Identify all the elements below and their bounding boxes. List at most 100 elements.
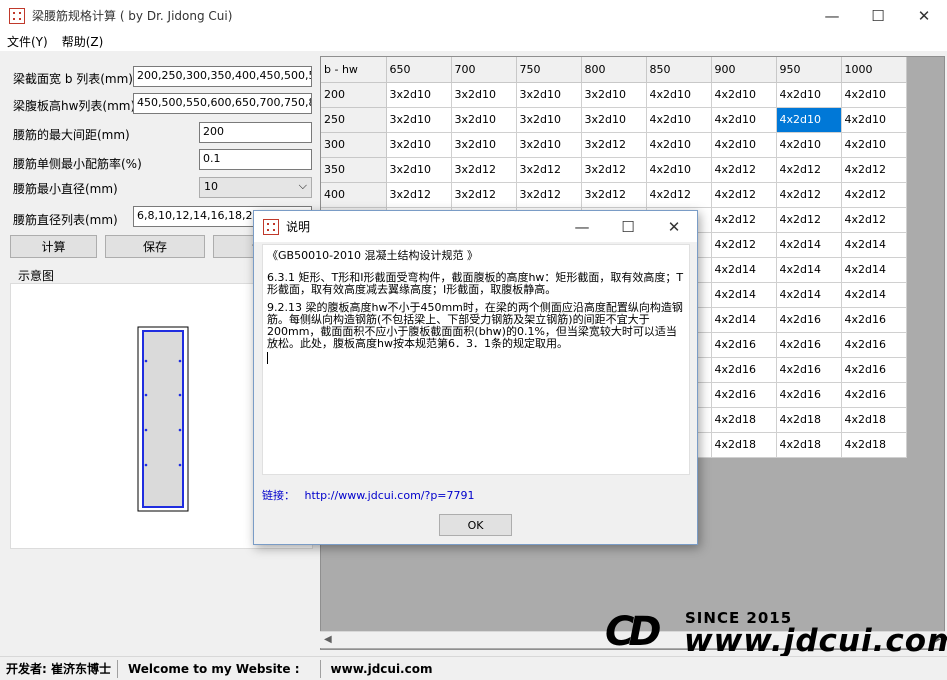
menu-bar: 文件(Y) 帮助(Z) (0, 31, 947, 51)
grid-cell[interactable]: 4x2d16 (841, 382, 907, 408)
grid-cell[interactable]: 4x2d10 (776, 107, 842, 133)
grid-cell[interactable]: 4x2d12 (646, 182, 712, 208)
grid-column-header: 800 (581, 57, 647, 83)
grid-cell[interactable]: 3x2d10 (516, 82, 582, 108)
grid-cell[interactable]: 4x2d14 (776, 257, 842, 283)
clause-9-2-13: 9.2.13 梁的腹板高度hw不小于450mm时，在梁的两个侧面应沿高度配置纵向… (267, 301, 683, 350)
grid-cell[interactable]: 4x2d10 (841, 132, 907, 158)
grid-cell[interactable]: 4x2d14 (841, 257, 907, 283)
grid-cell[interactable]: 3x2d10 (451, 107, 517, 133)
grid-cell[interactable]: 4x2d18 (841, 407, 907, 433)
grid-cell[interactable]: 3x2d12 (581, 157, 647, 183)
text-caret (267, 352, 268, 364)
grid-cell[interactable]: 3x2d10 (386, 107, 452, 133)
grid-cell[interactable]: 3x2d12 (516, 157, 582, 183)
grid-cell[interactable]: 4x2d16 (776, 382, 842, 408)
window-controls: — ☐ ✕ (809, 0, 947, 31)
grid-cell[interactable]: 3x2d12 (451, 182, 517, 208)
grid-cell[interactable]: 3x2d12 (581, 182, 647, 208)
grid-cell[interactable]: 4x2d16 (711, 357, 777, 383)
grid-cell[interactable]: 4x2d14 (776, 282, 842, 308)
logo-url: www.jdcui.com (684, 623, 947, 659)
dialog-minimize-button[interactable]: — (559, 211, 605, 242)
grid-cell[interactable]: 4x2d10 (646, 157, 712, 183)
grid-cell[interactable]: 4x2d10 (776, 82, 842, 108)
grid-cell[interactable]: 3x2d10 (581, 82, 647, 108)
grid-cell[interactable]: 4x2d14 (841, 232, 907, 258)
grid-cell[interactable]: 3x2d10 (581, 107, 647, 133)
grid-cell[interactable]: 4x2d18 (841, 432, 907, 458)
grid-cell[interactable]: 4x2d14 (711, 282, 777, 308)
grid-row-header: 250 (321, 107, 387, 133)
grid-cell[interactable]: 4x2d10 (711, 132, 777, 158)
grid-cell[interactable]: 4x2d16 (841, 332, 907, 358)
grid-cell[interactable]: 4x2d14 (776, 232, 842, 258)
grid-cell[interactable]: 4x2d16 (776, 332, 842, 358)
grid-cell[interactable]: 3x2d12 (516, 182, 582, 208)
grid-cell[interactable]: 4x2d10 (646, 82, 712, 108)
grid-cell[interactable]: 4x2d10 (646, 132, 712, 158)
grid-cell[interactable]: 3x2d12 (581, 132, 647, 158)
grid-cell[interactable]: 4x2d10 (711, 107, 777, 133)
grid-cell[interactable]: 4x2d12 (841, 182, 907, 208)
grid-cell[interactable]: 3x2d10 (451, 132, 517, 158)
grid-cell[interactable]: 4x2d10 (776, 132, 842, 158)
grid-cell[interactable]: 4x2d10 (711, 82, 777, 108)
grid-cell[interactable]: 4x2d12 (841, 207, 907, 233)
grid-cell[interactable]: 4x2d12 (841, 157, 907, 183)
menu-file[interactable]: 文件(Y) (0, 33, 55, 50)
grid-cell[interactable]: 4x2d14 (711, 307, 777, 333)
dialog-close-button[interactable]: ✕ (651, 211, 697, 242)
min-ratio-input[interactable]: 0.1 (199, 149, 312, 170)
save-button[interactable]: 保存 (105, 235, 205, 258)
max-spacing-input[interactable]: 200 (199, 122, 312, 143)
grid-cell[interactable]: 4x2d10 (646, 107, 712, 133)
b-list-input[interactable]: 200,250,300,350,400,450,500,550 (133, 66, 312, 87)
grid-cell[interactable]: 3x2d12 (451, 157, 517, 183)
menu-help[interactable]: 帮助(Z) (55, 33, 111, 50)
info-dialog: 说明 — ☐ ✕ 《GB50010-2010 混凝土结构设计规范 》 6.3.1… (253, 210, 698, 545)
grid-cell[interactable]: 4x2d16 (841, 357, 907, 383)
status-site[interactable]: www.jdcui.com (321, 660, 439, 678)
grid-cell[interactable]: 4x2d18 (711, 407, 777, 433)
grid-cell[interactable]: 4x2d10 (841, 82, 907, 108)
min-dia-select[interactable]: 10 ⌵ (199, 177, 312, 198)
grid-cell[interactable]: 4x2d12 (711, 232, 777, 258)
scroll-left-icon[interactable]: ◀ (324, 634, 332, 645)
maximize-button[interactable]: ☐ (855, 0, 901, 31)
close-button[interactable]: ✕ (901, 0, 947, 31)
dialog-maximize-button[interactable]: ☐ (605, 211, 651, 242)
ok-button[interactable]: OK (439, 514, 512, 536)
grid-cell[interactable]: 4x2d12 (711, 157, 777, 183)
grid-cell[interactable]: 4x2d16 (776, 307, 842, 333)
grid-cell[interactable]: 4x2d16 (711, 332, 777, 358)
grid-cell[interactable]: 4x2d18 (711, 432, 777, 458)
grid-cell[interactable]: 3x2d10 (386, 157, 452, 183)
grid-cell[interactable]: 4x2d10 (841, 107, 907, 133)
grid-cell[interactable]: 4x2d16 (776, 357, 842, 383)
grid-cell[interactable]: 4x2d16 (711, 382, 777, 408)
link-url[interactable]: http://www.jdcui.com/?p=7791 (305, 489, 475, 502)
grid-cell[interactable]: 4x2d12 (711, 207, 777, 233)
grid-cell[interactable]: 4x2d12 (776, 182, 842, 208)
grid-cell[interactable]: 4x2d12 (711, 182, 777, 208)
grid-cell[interactable]: 3x2d10 (386, 132, 452, 158)
grid-cell[interactable]: 4x2d16 (841, 307, 907, 333)
grid-cell[interactable]: 3x2d10 (516, 107, 582, 133)
grid-cell[interactable]: 3x2d12 (386, 182, 452, 208)
grid-cell[interactable]: 4x2d14 (711, 257, 777, 283)
grid-cell[interactable]: 3x2d10 (451, 82, 517, 108)
grid-cell[interactable]: 4x2d14 (841, 282, 907, 308)
grid-header-row: b - hw 650 700 750 800 850 900 950 1000 (321, 57, 907, 83)
dialog-text-area[interactable]: 《GB50010-2010 混凝土结构设计规范 》 6.3.1 矩形、T形和I形… (262, 244, 690, 475)
grid-cell[interactable]: 4x2d18 (776, 407, 842, 433)
chevron-down-icon: ⌵ (298, 179, 307, 192)
minimize-button[interactable]: — (809, 0, 855, 31)
hw-list-input[interactable]: 450,500,550,600,650,700,750,800 (133, 93, 312, 114)
grid-cell[interactable]: 3x2d10 (386, 82, 452, 108)
grid-cell[interactable]: 3x2d10 (516, 132, 582, 158)
grid-cell[interactable]: 4x2d18 (776, 432, 842, 458)
grid-cell[interactable]: 4x2d12 (776, 207, 842, 233)
calculate-button[interactable]: 计算 (10, 235, 97, 258)
grid-cell[interactable]: 4x2d12 (776, 157, 842, 183)
